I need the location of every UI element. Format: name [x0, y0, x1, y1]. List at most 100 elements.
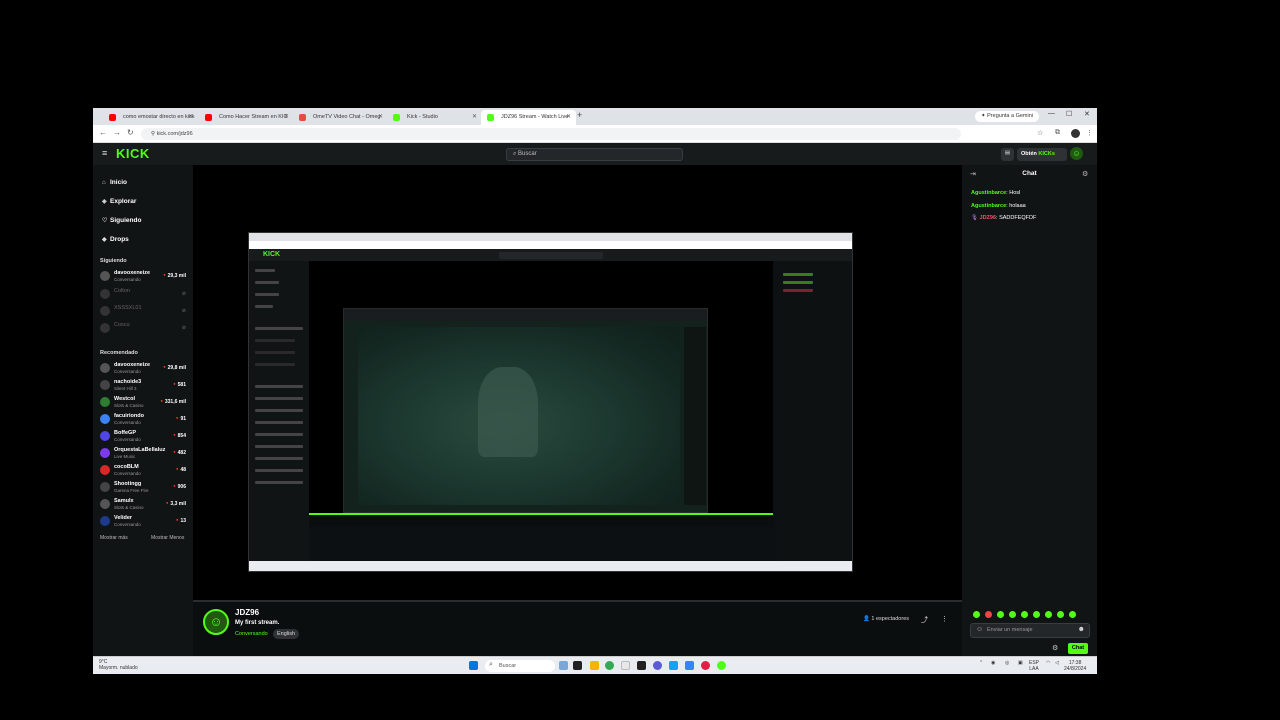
share-icon[interactable]: ⤴	[921, 615, 928, 625]
tray-app-icon[interactable]: ◉	[991, 660, 995, 666]
weather-widget[interactable]: 9°C Mayorm. nublado	[99, 659, 138, 671]
sidebar-channel-offline[interactable]: XSSSXL01 ⊘	[100, 304, 188, 320]
language-indicator[interactable]: ESP LAA	[1029, 660, 1039, 672]
emote-icon[interactable]	[1033, 611, 1040, 618]
app-icon[interactable]	[621, 661, 630, 670]
sidebar-channel-offline[interactable]: Colton ⊘	[100, 287, 188, 303]
browser-tab-active[interactable]: JDZ96 Stream - Watch Live ✕	[481, 110, 576, 125]
stream-category[interactable]: Conversando	[235, 631, 268, 637]
send-chat-button[interactable]: Chat	[1068, 643, 1088, 654]
chat-username[interactable]: Agustinbarce	[971, 203, 1006, 209]
kick-app-icon[interactable]	[717, 661, 726, 670]
emote-icon[interactable]	[1069, 611, 1076, 618]
reload-icon[interactable]: ↻	[127, 128, 134, 137]
gear-icon[interactable]: ⚙	[1052, 644, 1058, 652]
language-tag[interactable]: English	[273, 629, 300, 639]
viewer-count: 👤 1 espectadores	[863, 616, 909, 622]
emote-picker-icon[interactable]: ☻	[1078, 626, 1085, 633]
bookmark-star-icon[interactable]: ☆	[1037, 129, 1043, 137]
menu-dots-icon[interactable]: ⋮	[1086, 129, 1093, 137]
emote-icon[interactable]	[1009, 611, 1016, 618]
maximize-icon[interactable]: ☐	[1066, 110, 1072, 118]
close-icon[interactable]: ✕	[284, 113, 289, 120]
kick-logo[interactable]: KICK	[116, 146, 150, 161]
sidebar-channel[interactable]: BoffeGP Conversando 854	[100, 429, 188, 445]
emote-icon[interactable]	[1045, 611, 1052, 618]
browser-tab[interactable]: como emostar directo en kick ✕	[103, 110, 198, 125]
chat-username[interactable]: JDZ96	[980, 215, 997, 221]
sidebar-channel[interactable]: cocoBLM Conversando 48	[100, 463, 188, 479]
chrome-icon[interactable]	[605, 661, 614, 670]
windows-start-icon[interactable]	[469, 661, 478, 670]
sidebar-channel-offline[interactable]: Coscu ⊘	[100, 321, 188, 337]
nav-drops[interactable]: ◆ Drops	[102, 236, 129, 243]
tray-app-icon[interactable]: ◎	[1005, 660, 1009, 666]
wifi-icon[interactable]: ◠	[1046, 660, 1050, 666]
user-avatar[interactable]: ☺	[1070, 147, 1083, 160]
emote-icon[interactable]	[985, 611, 992, 618]
store-icon[interactable]	[669, 661, 678, 670]
volume-icon[interactable]: ◁	[1055, 660, 1059, 666]
chat-username[interactable]: Agustinbarce	[971, 190, 1006, 196]
video-player[interactable]: KICK	[193, 165, 962, 600]
edge-icon[interactable]	[685, 661, 694, 670]
inbox-button[interactable]: ▤	[1001, 148, 1014, 161]
offline-icon: ⊘	[181, 308, 186, 314]
clock[interactable]: 17:38 24/8/2024	[1064, 660, 1086, 672]
show-less-link[interactable]: Mostrar Menos	[151, 535, 184, 541]
chat-settings-icon[interactable]: ⚙	[1082, 170, 1088, 178]
nav-explore[interactable]: ◈ Explorar	[102, 198, 136, 205]
tray-app-icon[interactable]: ▣	[1018, 660, 1023, 666]
channel-category: Garena Free Fire	[114, 488, 149, 493]
terminal-icon[interactable]	[637, 661, 646, 670]
close-window-icon[interactable]: ✕	[1084, 110, 1090, 118]
emote-icon[interactable]	[997, 611, 1004, 618]
copilot-icon[interactable]	[559, 661, 568, 670]
nav-home[interactable]: ⌂ Inicio	[102, 179, 127, 186]
forward-icon[interactable]: →	[113, 128, 121, 137]
hamburger-menu-icon[interactable]: ≡	[102, 148, 107, 158]
task-view-icon[interactable]	[573, 661, 582, 670]
streamer-avatar[interactable]: ☺	[203, 609, 229, 635]
sidebar-channel[interactable]: Westcol Slots & Casino 331,6 mil	[100, 395, 188, 411]
more-options-icon[interactable]: ⋮	[941, 615, 948, 623]
nav-following[interactable]: ♡ Siguiendo	[102, 217, 141, 224]
streamer-name[interactable]: JDZ96	[235, 608, 259, 617]
sidebar-channel[interactable]: nachoide3 Silent Hill 3 581	[100, 378, 188, 394]
emote-icon[interactable]	[1021, 611, 1028, 618]
emote-icon[interactable]	[1057, 611, 1064, 618]
sidebar-channel[interactable]: Velider Conversando 13	[100, 514, 188, 530]
browser-tab[interactable]: OmeTV Video Chat - Omeg ✕	[293, 110, 388, 125]
sidebar-channel[interactable]: davooxeneize Conversando 29,8 mil	[100, 361, 188, 377]
sidebar-channel[interactable]: Samulx Slots & Casino 3,3 mil	[100, 497, 188, 513]
tray-chevron-icon[interactable]: ⌃	[979, 660, 983, 666]
show-more-link[interactable]: Mostrar más	[100, 535, 128, 541]
extensions-icon[interactable]: ⧉	[1055, 129, 1060, 137]
close-icon[interactable]: ✕	[188, 113, 193, 120]
emote-icon[interactable]	[973, 611, 980, 618]
close-icon[interactable]: ✕	[472, 113, 477, 120]
sidebar-channel[interactable]: Shootingg Garena Free Fire 906	[100, 480, 188, 496]
sidebar-channel[interactable]: OrquestaLaBellaluz Live Music 482	[100, 446, 188, 462]
sidebar-channel[interactable]: davooxeneize Conversando 29,3 mil	[100, 269, 188, 285]
chat-text: holaaa	[1009, 203, 1026, 209]
chat-input[interactable]: ☺ Enviar un mensaje ☻	[970, 623, 1090, 638]
file-explorer-icon[interactable]	[590, 661, 599, 670]
close-icon[interactable]: ✕	[378, 113, 383, 120]
media-icon[interactable]	[701, 661, 710, 670]
get-kicks-button[interactable]: Obtén KICKs	[1017, 148, 1067, 161]
gemini-button[interactable]: ✦ Pregunta a Gemini	[975, 111, 1039, 122]
new-tab-button[interactable]: +	[577, 110, 582, 120]
browser-tab[interactable]: Kick - Studio ✕	[387, 110, 482, 125]
profile-avatar[interactable]	[1071, 129, 1080, 138]
sidebar-channel[interactable]: facuiriondo Conversando 91	[100, 412, 188, 428]
obs-icon[interactable]	[653, 661, 662, 670]
url-input[interactable]: ⚲ kick.com/jdz96	[141, 128, 961, 140]
browser-tab[interactable]: Como Hacer Stream en KIC ✕	[199, 110, 294, 125]
close-icon[interactable]: ✕	[566, 113, 571, 120]
search-input[interactable]: ⌕ Buscar	[506, 148, 683, 161]
minimize-icon[interactable]: —	[1048, 110, 1055, 117]
taskbar-search[interactable]: Buscar	[485, 660, 555, 672]
avatar	[100, 397, 110, 407]
back-icon[interactable]: ←	[99, 128, 107, 137]
